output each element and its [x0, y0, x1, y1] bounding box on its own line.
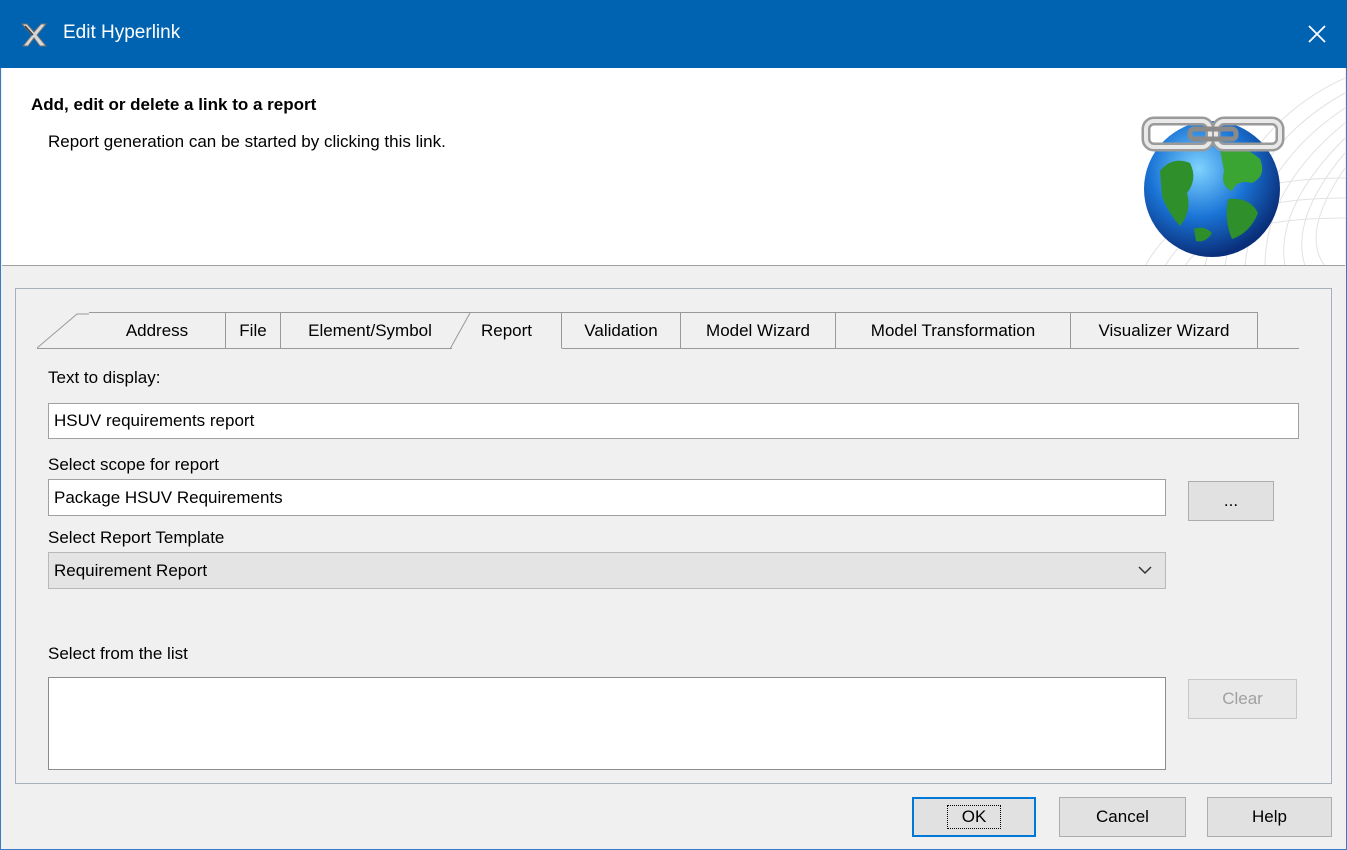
cancel-button[interactable]: Cancel [1059, 797, 1186, 837]
window-title: Edit Hyperlink [63, 22, 181, 43]
scope-label: Select scope for report [48, 455, 220, 474]
tab-model-transformation[interactable]: Model Transformation [835, 312, 1071, 348]
tab-validation[interactable]: Validation [561, 312, 681, 348]
header-heading: Add, edit or delete a link to a report [31, 95, 317, 114]
list-label: Select from the list [48, 644, 188, 663]
tab-model-wizard[interactable]: Model Wizard [680, 312, 836, 348]
ok-button[interactable]: OK [912, 797, 1036, 837]
text-to-display-input[interactable]: HSUV requirements report [48, 403, 1299, 439]
selection-list[interactable] [48, 677, 1166, 770]
text-to-display-label: Text to display: [48, 368, 161, 387]
app-icon [20, 23, 48, 47]
title-bar: Edit Hyperlink [0, 0, 1347, 68]
clear-button[interactable]: Clear [1188, 679, 1297, 719]
tab-file[interactable]: File [225, 312, 281, 348]
help-button[interactable]: Help [1207, 797, 1332, 837]
scope-input[interactable]: Package HSUV Requirements [48, 479, 1166, 516]
globe-chain-link-icon [1141, 116, 1285, 257]
tab-report-slant [450, 312, 471, 350]
template-select[interactable]: Requirement Report [48, 552, 1166, 589]
header-description: Report generation can be started by clic… [48, 132, 446, 151]
close-button[interactable] [1287, 0, 1347, 68]
header-banner: Add, edit or delete a link to a report R… [2, 68, 1345, 266]
chevron-down-icon [1138, 566, 1152, 575]
close-icon [1308, 25, 1326, 43]
template-label: Select Report Template [48, 528, 225, 547]
tab-element-symbol[interactable]: Element/Symbol [280, 312, 460, 348]
tab-strip-slant [37, 313, 95, 349]
tab-visualizer-wizard[interactable]: Visualizer Wizard [1070, 312, 1258, 348]
tab-strip: Address File Element/Symbol Report Valid… [37, 312, 1299, 350]
tab-address[interactable]: Address [89, 312, 226, 348]
scope-browse-button[interactable]: ... [1188, 481, 1274, 521]
tab-report[interactable]: Report [450, 312, 562, 350]
